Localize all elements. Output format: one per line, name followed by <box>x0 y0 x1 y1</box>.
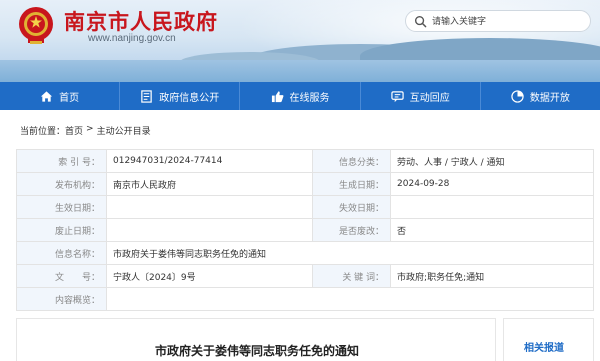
table-row: 生效日期： 失效日期： <box>16 195 594 219</box>
table-row: 信息名称： 市政府关于娄伟等同志职务任免的通知 <box>16 241 594 265</box>
category-label: 信息分类： <box>312 149 392 173</box>
repeal-date-label: 废止日期： <box>16 218 107 242</box>
header-banner: 南京市人民政府 www.nanjing.gov.cn <box>0 0 600 82</box>
nav-item-label: 首页 <box>59 92 80 104</box>
info-name-label: 信息名称： <box>16 241 107 265</box>
table-row: 索 引 号： 012947031/2024-77414 信息分类： 劳动、人事 … <box>16 149 594 173</box>
banner-water <box>0 60 600 82</box>
repeal-date-value <box>105 218 314 242</box>
document-icon <box>141 89 153 103</box>
nav-item-info-disclosure[interactable]: 政府信息公开 <box>120 82 241 110</box>
summary-label: 内容概览： <box>16 287 107 311</box>
category-value: 劳动、人事 / 宁政人 / 通知 <box>390 149 594 173</box>
abolished-label: 是否废改： <box>312 218 392 242</box>
effective-date-label: 生效日期： <box>16 195 107 219</box>
chart-icon <box>511 89 524 103</box>
document-title: 市政府关于娄伟等同志职务任免的通知 <box>154 344 359 358</box>
created-date-label: 生成日期： <box>312 172 392 196</box>
expiry-date-label: 失效日期： <box>312 195 392 219</box>
related-reports-panel: 相关报道 <box>503 318 594 361</box>
site-url[interactable]: www.nanjing.gov.cn <box>88 33 176 44</box>
document-info-table: 索 引 号： 012947031/2024-77414 信息分类： 劳动、人事 … <box>16 149 594 311</box>
breadcrumb-home-link[interactable]: 首页 <box>65 124 83 137</box>
search-input[interactable] <box>432 14 582 29</box>
breadcrumb-prefix: 当前位置： <box>20 127 66 137</box>
publisher-value: 南京市人民政府 <box>105 172 314 196</box>
national-emblem-icon <box>19 7 53 44</box>
nav-item-open-data[interactable]: 数据开放 <box>481 82 600 110</box>
breadcrumb-current[interactable]: 主动公开目录 <box>97 124 151 137</box>
chat-icon <box>391 90 404 102</box>
breadcrumb: 当前位置： 首页 > 主动公开目录 <box>20 124 151 137</box>
document-no-label: 文 号： <box>16 264 107 288</box>
thumbs-up-icon <box>271 90 283 102</box>
keywords-value: 市政府;职务任免;通知 <box>390 264 594 288</box>
expiry-date-value <box>390 195 594 219</box>
nav-item-label: 政府信息公开 <box>159 92 220 104</box>
table-row: 废止日期： 是否废改： 否 <box>16 218 594 242</box>
search-icon[interactable] <box>414 15 427 28</box>
abolished-value: 否 <box>390 218 594 242</box>
publisher-label: 发布机构： <box>16 172 107 196</box>
document-no-value: 宁政人〔2024〕9号 <box>105 264 314 288</box>
created-date-value: 2024-09-28 <box>390 172 594 196</box>
table-row: 文 号： 宁政人〔2024〕9号 关 键 词： 市政府;职务任免;通知 <box>16 264 594 288</box>
index-no-label: 索 引 号： <box>16 149 107 173</box>
main-nav: 首页 政府信息公开 在线服务 互动回应 数据开放 <box>0 82 600 110</box>
nav-item-label: 互动回应 <box>409 92 450 104</box>
nav-item-label: 数据开放 <box>529 92 570 104</box>
search-box[interactable] <box>405 10 591 32</box>
breadcrumb-separator: > <box>86 124 94 134</box>
site-title: 南京市人民政府 <box>64 9 218 34</box>
nav-item-interaction[interactable]: 互动回应 <box>361 82 481 110</box>
table-row: 内容概览： <box>16 287 594 311</box>
nav-item-home[interactable]: 首页 <box>0 82 121 110</box>
nav-item-label: 在线服务 <box>289 92 330 104</box>
keywords-label: 关 键 词： <box>312 264 392 288</box>
summary-value <box>106 287 594 311</box>
related-reports-title[interactable]: 相关报道 <box>524 339 564 354</box>
index-no-value: 012947031/2024-77414 <box>105 149 314 173</box>
home-icon <box>41 90 53 102</box>
table-row: 发布机构： 南京市人民政府 生成日期： 2024-09-28 <box>16 172 594 196</box>
nav-item-online-service[interactable]: 在线服务 <box>240 82 361 110</box>
document-content: 市政府关于娄伟等同志职务任免的通知 <box>16 318 496 361</box>
effective-date-value <box>105 195 314 219</box>
info-name-value: 市政府关于娄伟等同志职务任免的通知 <box>106 241 594 265</box>
